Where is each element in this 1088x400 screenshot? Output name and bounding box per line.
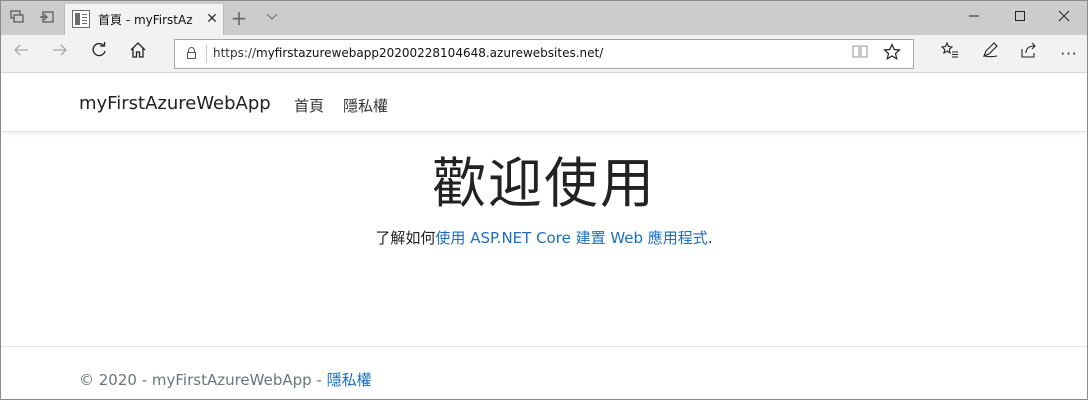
forward-icon[interactable]: [47, 41, 73, 67]
url-host: myfirstazurewebapp20200228104648.azurewe…: [256, 46, 604, 60]
web-page: myFirstAzureWebApp 首頁 隱私權 歡迎使用 了解如何使用 AS…: [1, 74, 1087, 399]
refresh-icon[interactable]: [86, 41, 112, 67]
home-icon[interactable]: [125, 41, 151, 67]
reading-view-icon[interactable]: [849, 43, 871, 65]
learn-prefix: 了解如何: [375, 229, 436, 247]
learn-link[interactable]: 使用 ASP.NET Core 建置 Web 應用程式: [435, 229, 707, 247]
welcome-heading: 歡迎使用: [432, 152, 656, 215]
share-icon[interactable]: [1016, 41, 1042, 67]
learn-suffix: .: [707, 229, 713, 247]
site-footer: © 2020 - myFirstAzureWebApp - 隱私權: [79, 369, 372, 390]
new-tab-icon[interactable]: +: [230, 8, 248, 28]
favorite-star-icon[interactable]: [881, 43, 903, 65]
tab-strip: 首頁 - myFirstAz ✕ +: [1, 1, 1087, 35]
site-brand-link[interactable]: myFirstAzureWebApp: [79, 93, 271, 114]
more-icon[interactable]: ···: [1056, 41, 1082, 67]
maximize-icon[interactable]: [997, 1, 1043, 35]
nav-privacy-link[interactable]: 隱私權: [343, 95, 388, 116]
learn-text: 了解如何使用 ASP.NET Core 建置 Web 應用程式.: [1, 227, 1087, 248]
favorites-hub-icon[interactable]: [937, 41, 963, 67]
address-bar[interactable]: https://myfirstazurewebapp20200228104648…: [174, 39, 914, 69]
tab-list-chevron-icon[interactable]: [263, 9, 281, 27]
tab-preview-icon[interactable]: [8, 9, 26, 27]
pen-icon[interactable]: [977, 41, 1003, 67]
active-tab[interactable]: 首頁 - myFirstAz ✕: [64, 4, 224, 35]
tab-title: 首頁 - myFirstAz: [98, 13, 193, 27]
site-header: myFirstAzureWebApp 首頁 隱私權: [1, 74, 1087, 132]
browser-toolbar: https://myfirstazurewebapp20200228104648…: [1, 35, 1087, 73]
back-icon[interactable]: [8, 41, 34, 67]
url-scheme: https://: [213, 46, 257, 60]
browser-window: 首頁 - myFirstAz ✕ + https://myfirstazurew…: [0, 0, 1088, 400]
footer-divider: [1, 346, 1087, 347]
address-divider: [206, 45, 207, 63]
tab-close-icon[interactable]: ✕: [203, 10, 221, 28]
lock-icon: [187, 47, 196, 59]
footer-privacy-link[interactable]: 隱私權: [327, 371, 372, 389]
url-text[interactable]: https://myfirstazurewebapp20200228104648…: [213, 46, 603, 60]
footer-copyright: © 2020 - myFirstAzureWebApp -: [79, 371, 327, 389]
nav-home-link[interactable]: 首頁: [294, 95, 324, 116]
set-aside-tabs-icon[interactable]: [38, 9, 56, 27]
close-window-icon[interactable]: [1041, 1, 1087, 35]
page-favicon-icon: [72, 10, 90, 28]
minimize-icon[interactable]: [951, 1, 997, 35]
